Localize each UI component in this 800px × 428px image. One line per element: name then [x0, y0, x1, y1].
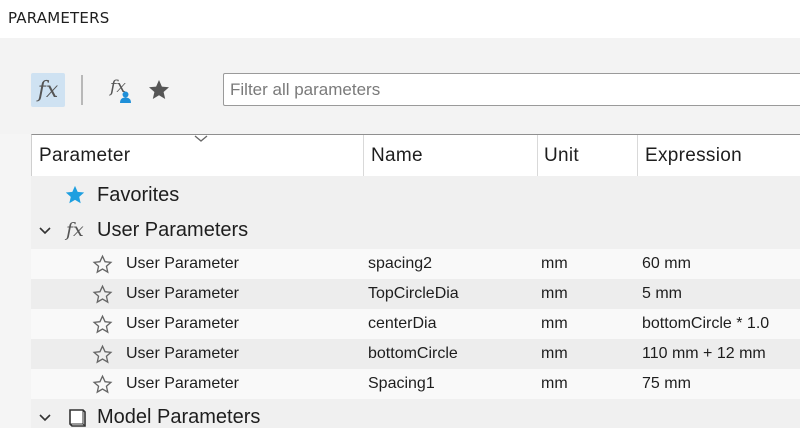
favorite-star-outline-icon[interactable] — [92, 254, 113, 275]
column-divider[interactable] — [363, 135, 364, 176]
table-row[interactable]: User Parameter centerDia mm bottomCircle… — [31, 309, 800, 339]
parameter-type: User Parameter — [126, 315, 239, 332]
parameter-unit[interactable]: mm — [541, 369, 568, 399]
parameter-expression[interactable]: 5 mm — [642, 279, 682, 309]
parameters-table-body: Favorites fx User Parameters User Parame… — [31, 176, 800, 428]
parameter-expression[interactable]: 60 mm — [642, 249, 691, 279]
parameter-expression[interactable]: 75 mm — [642, 369, 691, 399]
chevron-down-icon[interactable] — [38, 226, 52, 236]
parameter-name[interactable]: centerDia — [368, 309, 436, 339]
parameter-unit[interactable]: mm — [541, 249, 568, 279]
column-divider[interactable] — [637, 135, 638, 176]
panel-titlebar: PARAMETERS — [0, 0, 800, 38]
chevron-down-icon[interactable] — [38, 413, 52, 423]
parameter-name[interactable]: TopCircleDia — [368, 279, 459, 309]
table-row[interactable]: User Parameter TopCircleDia mm 5 mm — [31, 279, 800, 309]
parameter-unit[interactable]: mm — [541, 339, 568, 369]
favorite-star-outline-icon[interactable] — [92, 344, 113, 365]
fx-icon: fx — [66, 219, 84, 241]
favorites-star-icon — [65, 185, 85, 204]
parameter-name[interactable]: spacing2 — [368, 249, 432, 279]
parameter-type: User Parameter — [126, 375, 239, 392]
star-icon — [149, 80, 169, 99]
parameter-type: User Parameter — [126, 255, 239, 272]
favorite-star-outline-icon[interactable] — [92, 314, 113, 335]
parameter-name[interactable]: bottomCircle — [368, 339, 458, 369]
parameter-unit[interactable]: mm — [541, 309, 568, 339]
parameter-type: User Parameter — [126, 285, 239, 302]
table-header: Parameter Name Unit Expression — [31, 134, 800, 176]
parameter-type: User Parameter — [126, 345, 239, 362]
panel-title: PARAMETERS — [8, 9, 110, 27]
group-row-favorites[interactable]: Favorites — [31, 179, 800, 211]
parameter-expression[interactable]: 110 mm + 12 mm — [642, 339, 766, 369]
table-row[interactable]: User Parameter Spacing1 mm 75 mm — [31, 369, 800, 399]
parameter-name[interactable]: Spacing1 — [368, 369, 435, 399]
column-header-name[interactable]: Name — [371, 135, 423, 176]
toolbar: fx fx — [0, 38, 800, 134]
user-icon — [120, 91, 131, 103]
favorites-filter-button[interactable] — [143, 74, 175, 106]
sort-caret-icon[interactable] — [194, 135, 208, 143]
user-parameters-filter-button[interactable]: fx — [101, 74, 135, 106]
group-row-model-parameters[interactable]: Model Parameters — [31, 402, 800, 428]
parameter-unit[interactable]: mm — [541, 279, 568, 309]
model-body-icon — [69, 409, 86, 427]
table-row[interactable]: User Parameter bottomCircle mm 110 mm + … — [31, 339, 800, 369]
group-label-user-parameters: User Parameters — [97, 219, 249, 241]
group-row-user-parameters[interactable]: fx User Parameters — [31, 214, 800, 246]
group-label-model-parameters: Model Parameters — [97, 406, 261, 428]
parameter-expression[interactable]: bottomCircle * 1.0 — [642, 309, 769, 339]
fx-icon: fx — [37, 77, 59, 103]
column-divider[interactable] — [537, 135, 538, 176]
table-row[interactable]: User Parameter spacing2 mm 60 mm — [31, 249, 800, 279]
filter-input[interactable] — [223, 73, 800, 106]
toolbar-separator — [81, 75, 83, 105]
column-header-parameter[interactable]: Parameter — [39, 135, 130, 176]
group-label-favorites: Favorites — [97, 184, 180, 206]
column-header-unit[interactable]: Unit — [544, 135, 579, 176]
favorite-star-outline-icon[interactable] — [92, 284, 113, 305]
column-header-expression[interactable]: Expression — [645, 135, 742, 176]
favorite-star-outline-icon[interactable] — [92, 374, 113, 395]
show-all-parameters-button[interactable]: fx — [31, 73, 65, 107]
